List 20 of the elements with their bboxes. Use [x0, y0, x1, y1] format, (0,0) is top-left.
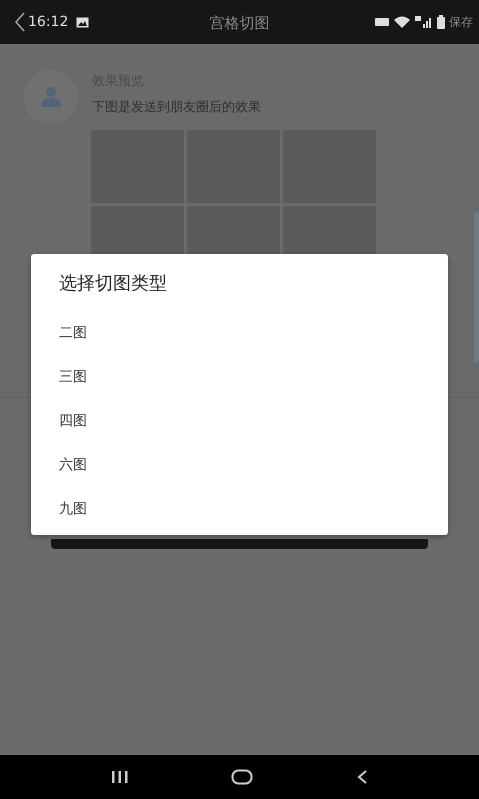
back-icon[interactable] — [356, 769, 368, 785]
image-icon — [76, 16, 90, 28]
person-icon — [40, 86, 62, 108]
option-item[interactable]: 九图 — [31, 487, 448, 531]
save-button[interactable]: 保存 — [449, 13, 473, 31]
option-item[interactable]: 四图 — [31, 399, 448, 443]
dialog-title: 选择切图类型 — [58, 272, 168, 296]
preview-description: 下图是发送到朋友圈后的效果 — [92, 98, 261, 116]
home-icon[interactable] — [231, 769, 254, 785]
battery-icon — [437, 15, 445, 29]
recent-apps-icon[interactable] — [111, 770, 130, 784]
screen-title: 宫格切图 — [210, 13, 270, 34]
back-icon[interactable] — [14, 12, 26, 32]
scroll-handle[interactable] — [474, 212, 479, 362]
option-item[interactable]: 六图 — [31, 443, 448, 487]
option-item[interactable]: 三图 — [31, 355, 448, 399]
clock-time: 16:12 — [28, 12, 68, 32]
signal-icon — [415, 16, 433, 28]
wifi-icon — [393, 16, 411, 28]
option-item[interactable]: 二图 — [31, 311, 448, 355]
